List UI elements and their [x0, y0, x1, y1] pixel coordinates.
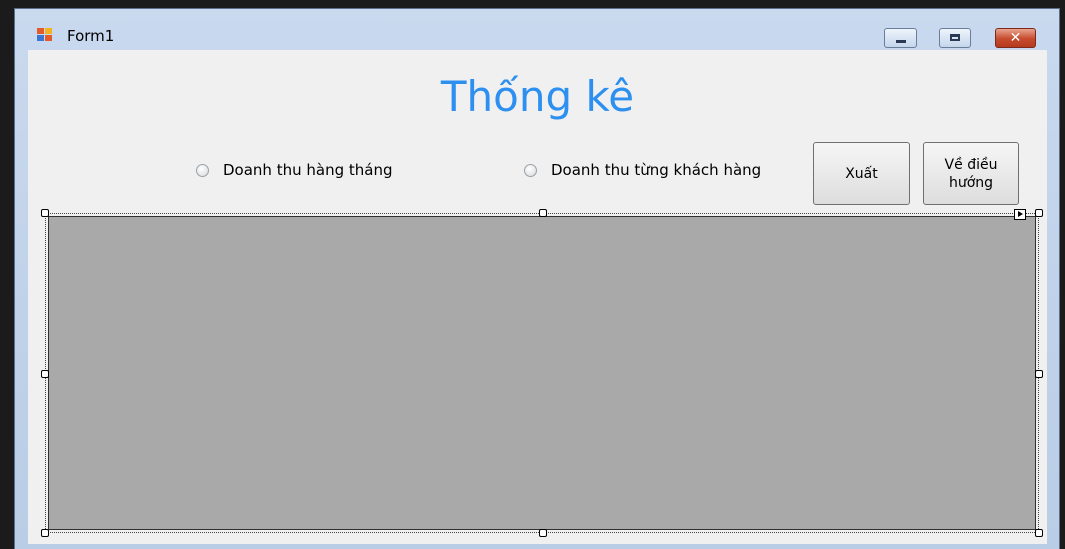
app-icon [37, 28, 53, 42]
resize-handle[interactable] [1035, 370, 1043, 378]
back-button-label: Về điều hướng [944, 156, 998, 191]
maximize-icon [950, 34, 960, 41]
chart-area[interactable] [48, 216, 1036, 530]
resize-handle[interactable] [539, 209, 547, 217]
page-title: Thống kê [440, 72, 635, 121]
resize-handle[interactable] [1035, 529, 1043, 537]
radio-circle[interactable] [196, 163, 209, 177]
maximize-button[interactable] [939, 28, 971, 48]
title-bar[interactable]: Form1 ✕ [15, 9, 1059, 49]
form-client-area: Thống kê Doanh thu hàng tháng Doanh thu … [28, 50, 1047, 544]
back-to-navigation-button[interactable]: Về điều hướng [923, 142, 1019, 205]
resize-handle[interactable] [539, 529, 547, 537]
radio-label[interactable]: Doanh thu hàng tháng [223, 161, 392, 179]
minimize-icon [896, 40, 906, 43]
radio-circle[interactable] [524, 163, 537, 177]
radio-monthly-revenue[interactable]: Doanh thu hàng tháng [196, 158, 392, 182]
export-button[interactable]: Xuất [813, 142, 910, 205]
minimize-button[interactable] [884, 28, 917, 48]
window-title: Form1 [67, 27, 115, 45]
resize-handle[interactable] [1035, 209, 1043, 217]
form-window: Form1 ✕ Thống kê Doanh thu hàng tháng Do… [14, 8, 1060, 549]
close-button[interactable]: ✕ [995, 28, 1036, 48]
smart-tag-arrow-icon[interactable] [1014, 209, 1026, 220]
resize-handle[interactable] [41, 529, 49, 537]
radio-customer-revenue[interactable]: Doanh thu từng khách hàng [524, 158, 761, 182]
resize-handle[interactable] [41, 370, 49, 378]
radio-label[interactable]: Doanh thu từng khách hàng [551, 161, 761, 179]
close-icon: ✕ [1009, 30, 1022, 46]
resize-handle[interactable] [41, 209, 49, 217]
chart-control[interactable] [41, 209, 1043, 537]
